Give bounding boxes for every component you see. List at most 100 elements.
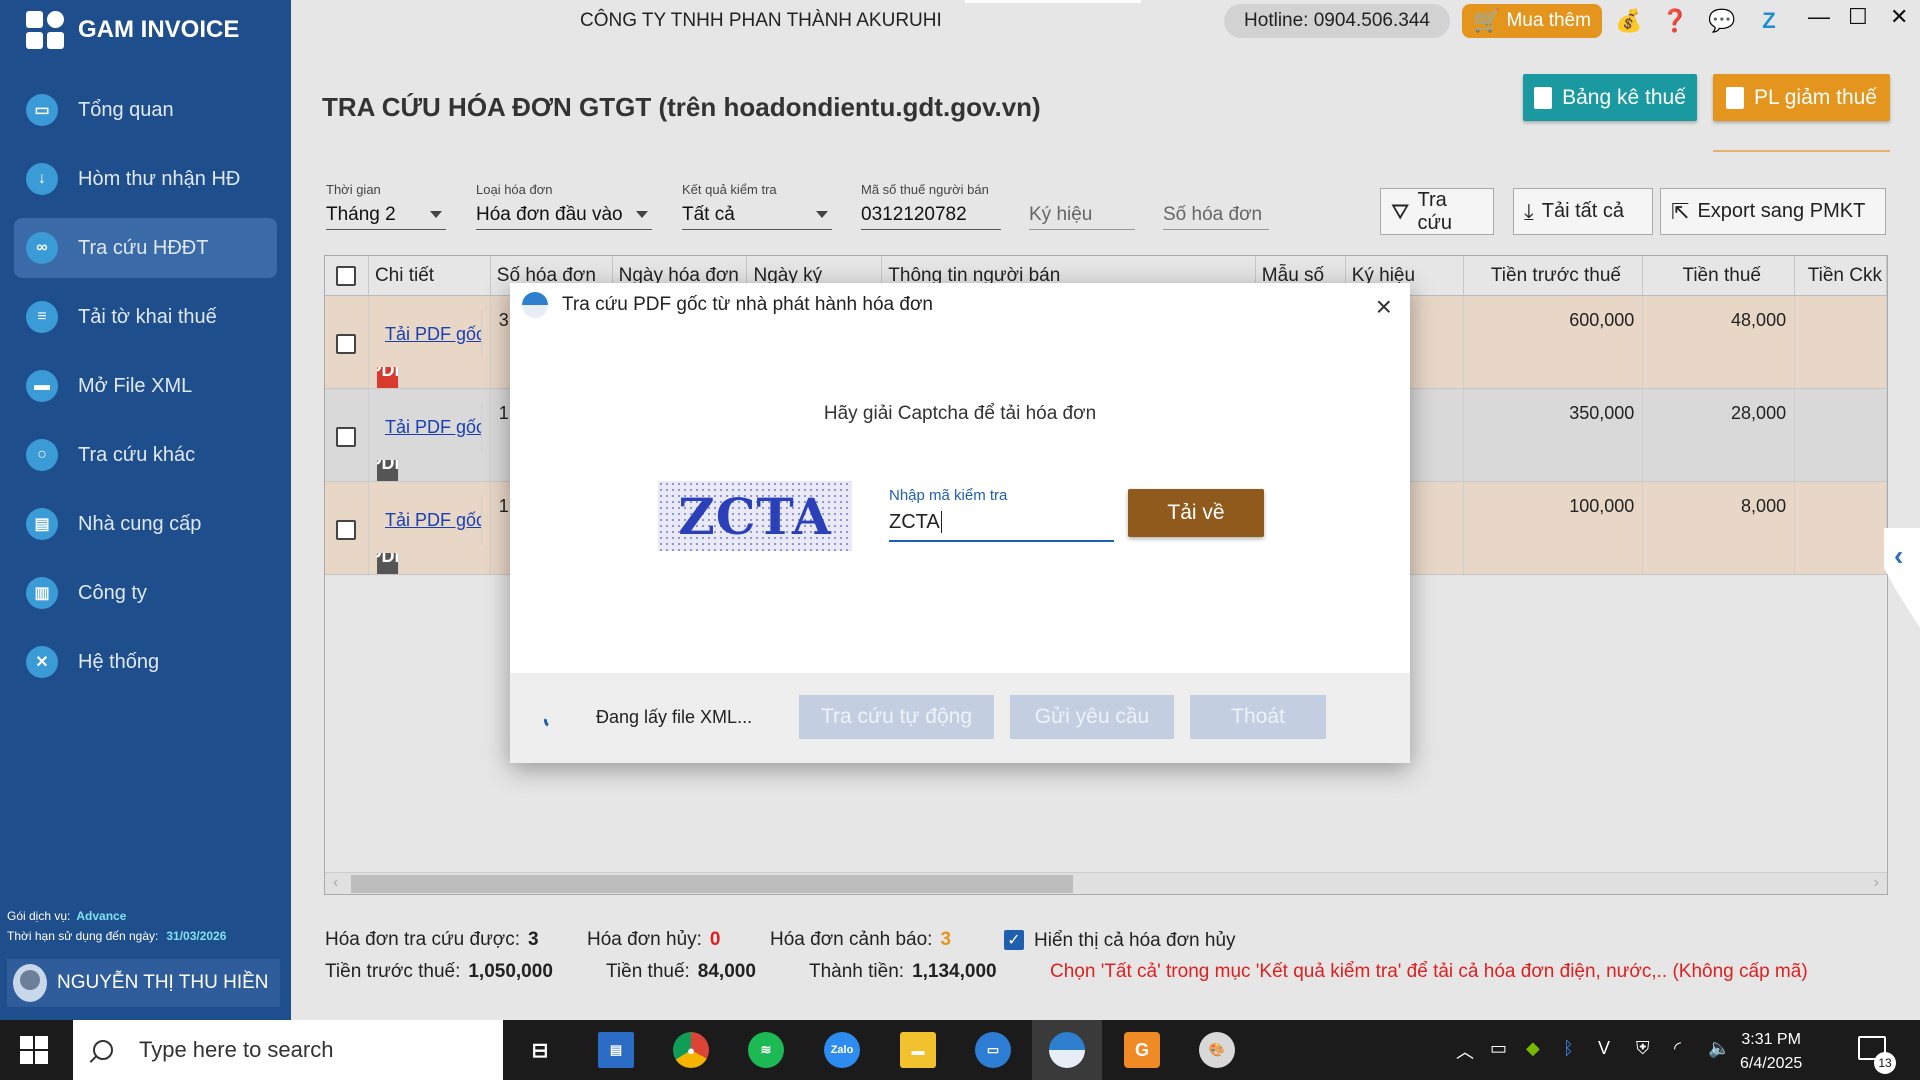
sidebar-item-label: Tổng quan: [78, 98, 174, 121]
pdf-app-icon[interactable]: G: [1124, 1032, 1160, 1068]
nvidia-icon[interactable]: ◆: [1526, 1038, 1540, 1059]
money-bag-icon[interactable]: 💰: [1613, 6, 1645, 36]
row-checkbox[interactable]: [336, 427, 356, 447]
scrollbar-thumb[interactable]: [351, 875, 1073, 893]
number-filter[interactable]: Số hóa đơn: [1163, 182, 1269, 230]
total-summary: Thành tiền: 1,134,000: [809, 961, 997, 983]
sidebar-item-company[interactable]: ▥ Công ty: [14, 563, 277, 623]
download-pdf-link[interactable]: Tải PDF gốc: [377, 403, 482, 452]
bluetooth-icon[interactable]: ᛒ: [1563, 1038, 1574, 1059]
column-header[interactable]: Tiền Ckk: [1795, 256, 1887, 295]
sidebar-item-open-xml[interactable]: ▬ Mở File XML: [14, 356, 277, 416]
symbol-filter[interactable]: Ký hiệu: [1029, 182, 1135, 230]
wifi-icon[interactable]: ◜: [1674, 1038, 1681, 1059]
invoice-number-input[interactable]: Số hóa đơn: [1163, 200, 1269, 230]
paint-palette-icon[interactable]: 🎨: [1199, 1032, 1235, 1068]
volume-icon[interactable]: 🔈: [1708, 1038, 1730, 1059]
column-header[interactable]: Tiền thuế: [1643, 256, 1796, 295]
sidebar-item-overview[interactable]: ▭ Tổng quan: [14, 80, 277, 140]
row-checkbox[interactable]: [336, 520, 356, 540]
seller-tax-filter[interactable]: Mã số thuế người bán 0312120782: [861, 182, 1001, 230]
download-all-button[interactable]: ⤓ Tải tất cả: [1513, 188, 1653, 235]
contact-card-icon: ▤: [26, 508, 58, 540]
sidebar-item-lookup[interactable]: ∞ Tra cứu HĐĐT: [14, 218, 277, 278]
select-all-checkbox[interactable]: [336, 265, 356, 286]
close-window-icon[interactable]: ✕: [1890, 4, 1908, 30]
clock[interactable]: 3:31 PM 6/4/2025: [1740, 1028, 1802, 1076]
tax-reduce-button[interactable]: PL giảm thuế: [1713, 74, 1890, 121]
tray-chevron-up-icon[interactable]: ︿: [1456, 1038, 1474, 1064]
folder-icon: ▬: [26, 370, 58, 402]
chrome-icon[interactable]: ●: [673, 1032, 709, 1068]
type-filter[interactable]: Loại hóa đơn Hóa đơn đầu vào: [476, 182, 652, 230]
help-chat-icon[interactable]: ❓: [1659, 6, 1691, 36]
column-header[interactable]: Chi tiết: [369, 256, 491, 295]
search-button[interactable]: ⛛ Tra cứu: [1380, 188, 1494, 235]
result-select[interactable]: Tất cả: [682, 200, 832, 230]
side-panel-toggle[interactable]: ‹: [1884, 528, 1920, 628]
download-button[interactable]: Tải về: [1128, 489, 1264, 537]
time-filter[interactable]: Thời gian Tháng 2: [326, 182, 446, 230]
row-select[interactable]: [325, 389, 369, 481]
download-pdf-link[interactable]: Tải PDF gốc: [377, 310, 482, 359]
type-select[interactable]: Hóa đơn đầu vào: [476, 200, 652, 230]
exit-button[interactable]: Thoát: [1190, 695, 1326, 739]
pretax-cell: 100,000: [1464, 482, 1644, 574]
send-request-button[interactable]: Gửi yêu cầu: [1010, 695, 1174, 739]
sidebar-item-suppliers[interactable]: ▤ Nhà cung cấp: [14, 494, 277, 554]
zalo-icon[interactable]: Zalo: [824, 1032, 860, 1068]
scroll-right-icon[interactable]: ›: [1874, 874, 1879, 892]
show-cancel-label[interactable]: Hiển thị cả hóa đơn hủy: [1034, 930, 1236, 952]
tax-list-button[interactable]: Bảng kê thuế: [1523, 74, 1697, 121]
captcha-image: ZCTA: [658, 481, 852, 551]
row-select[interactable]: [325, 482, 369, 574]
task-view-icon[interactable]: ⊟: [522, 1032, 558, 1068]
news-app-icon[interactable]: ▤: [598, 1032, 634, 1068]
horizontal-scrollbar[interactable]: ‹ ›: [325, 872, 1887, 894]
remote-desktop-icon[interactable]: ▭: [975, 1032, 1011, 1068]
buy-more-button[interactable]: 🛒 Mua thêm: [1462, 4, 1602, 38]
gam-invoice-taskbar-icon[interactable]: [1049, 1032, 1085, 1068]
sidebar-item-tax-declaration[interactable]: ≡ Tải tờ khai thuế: [14, 287, 277, 347]
shield-icon[interactable]: ⛨: [1636, 1038, 1650, 1059]
minimize-icon[interactable]: —: [1808, 4, 1830, 30]
time-select[interactable]: Tháng 2: [326, 200, 446, 230]
logo-grid-icon: [26, 11, 64, 49]
close-icon[interactable]: ×: [1376, 291, 1392, 323]
spotify-icon[interactable]: ≋: [748, 1032, 784, 1068]
header-select-all[interactable]: [325, 256, 369, 295]
seller-tax-input[interactable]: 0312120782: [861, 200, 1001, 230]
column-header[interactable]: Tiền trước thuế: [1464, 256, 1644, 295]
vpn-v-icon[interactable]: V: [1598, 1038, 1610, 1059]
sidebar-item-system[interactable]: ✕ Hệ thống: [14, 632, 277, 692]
export-button[interactable]: ⇱ Export sang PMKT: [1660, 188, 1886, 235]
windows-start-icon[interactable]: [20, 1036, 48, 1064]
download-pdf-link[interactable]: Tải PDF gốc: [377, 496, 482, 545]
pdf-file-icon[interactable]: PDF: [376, 460, 399, 481]
support-icon[interactable]: 💬: [1706, 6, 1738, 36]
maximize-icon[interactable]: ☐: [1848, 4, 1868, 30]
row-checkbox[interactable]: [336, 334, 356, 354]
battery-icon[interactable]: ▭: [1490, 1038, 1507, 1059]
auto-lookup-button[interactable]: Tra cứu tự động: [799, 695, 994, 739]
top-indicator: [965, 0, 1141, 3]
row-select[interactable]: [325, 296, 369, 388]
file-explorer-icon[interactable]: ▬: [900, 1032, 936, 1068]
symbol-input[interactable]: Ký hiệu: [1029, 200, 1135, 230]
captcha-input[interactable]: ZCTA: [889, 504, 1114, 542]
export-label: Export sang PMKT: [1697, 200, 1866, 222]
result-filter[interactable]: Kết quả kiểm tra Tất cả: [682, 182, 832, 230]
zalo-z-icon[interactable]: Z: [1753, 6, 1785, 36]
pretax-summary: Tiền trước thuế: 1,050,000: [325, 961, 553, 983]
user-profile[interactable]: NGUYỄN THỊ THU HIỀN: [7, 959, 280, 1007]
pdf-file-icon[interactable]: PDF: [376, 367, 399, 388]
sidebar-item-inbox[interactable]: ↓ Hòm thư nhận HĐ: [14, 149, 277, 209]
taskbar-search[interactable]: Type here to search: [73, 1020, 503, 1080]
sidebar-item-other-lookup[interactable]: ○ Tra cứu khác: [14, 425, 277, 485]
show-cancel-checkbox[interactable]: ✓: [1004, 930, 1024, 950]
captcha-field[interactable]: Nhập mã kiểm tra ZCTA: [889, 487, 1114, 542]
pdf-file-icon[interactable]: PDF: [376, 553, 399, 574]
accent-line: [1713, 150, 1890, 152]
hint-note: Chọn 'Tất cả' trong mục 'Kết quả kiểm tr…: [1050, 961, 1808, 982]
scroll-left-icon[interactable]: ‹: [333, 874, 338, 892]
